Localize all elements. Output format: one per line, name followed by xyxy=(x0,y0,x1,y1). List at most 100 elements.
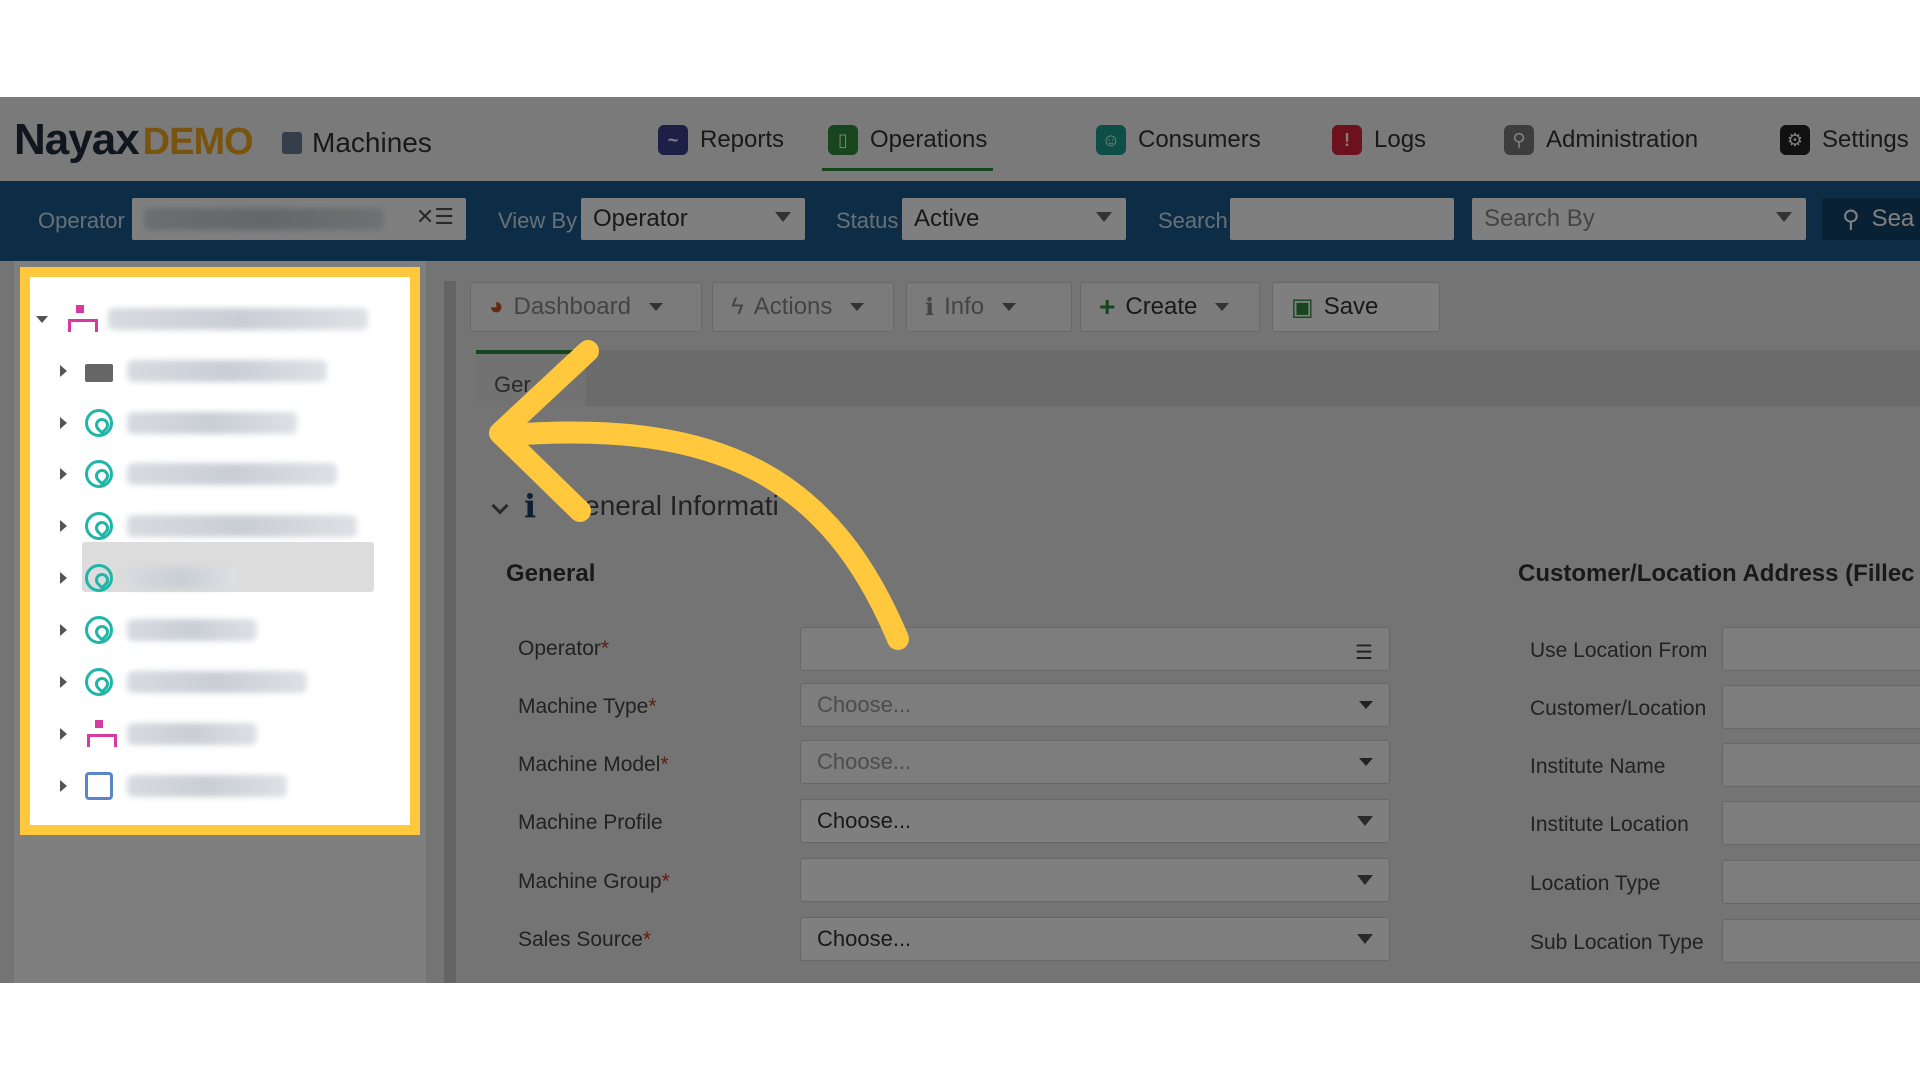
machine-type-placeholder: Choose... xyxy=(817,692,912,717)
general-group-title: General xyxy=(506,560,596,587)
nav-administration[interactable]: ⚲ Administration xyxy=(1504,119,1698,161)
operator-filter-input[interactable]: ✕☰ xyxy=(132,198,466,240)
save-icon: ▣ xyxy=(1291,293,1314,321)
nav-administration-label: Administration xyxy=(1546,126,1699,153)
chevron-down-icon xyxy=(1359,758,1373,766)
status-value: Active xyxy=(914,205,980,232)
create-label: Create xyxy=(1125,293,1198,320)
machine-group-select[interactable] xyxy=(800,858,1390,902)
chevron-down-icon xyxy=(850,303,865,311)
institute-location-label: Institute Location xyxy=(1530,813,1689,836)
nav-reports[interactable]: ~ Reports xyxy=(658,119,784,161)
machine-model-placeholder: Choose... xyxy=(817,749,912,774)
actions-button[interactable]: ϟ Actions xyxy=(712,282,894,332)
module-title: Machines xyxy=(282,127,432,159)
operator-field[interactable]: ☰ xyxy=(800,627,1390,671)
searchby-select[interactable]: Search By xyxy=(1472,198,1806,240)
chevron-down-icon xyxy=(1357,816,1373,826)
nav-reports-label: Reports xyxy=(700,126,785,153)
use-location-from-label: Use Location From xyxy=(1530,639,1708,662)
info-label: Info xyxy=(944,293,985,320)
bolt-icon: ϟ xyxy=(731,293,744,320)
search-icon: ⚲ xyxy=(1842,205,1860,233)
create-button[interactable]: + Create xyxy=(1080,282,1260,332)
dashboard-label: Dashboard xyxy=(513,293,631,320)
app-window: Nayax DEMO Machines ~ Reports ▯ Operation… xyxy=(0,97,1920,983)
chevron-down-icon xyxy=(1776,212,1792,222)
machine-type-select[interactable]: Choose... xyxy=(800,683,1390,727)
chevron-down-icon xyxy=(648,303,663,311)
use-location-from-field[interactable] xyxy=(1722,627,1920,671)
sales-source-select[interactable]: Choose... xyxy=(800,917,1390,961)
chevron-down-icon xyxy=(491,497,509,515)
pie-chart-icon: ◕ xyxy=(489,293,504,320)
search-filter-label: Search xyxy=(1158,208,1228,233)
search-button[interactable]: ⚲ Sea xyxy=(1822,198,1920,240)
operator-value-redacted xyxy=(144,208,384,230)
machine-profile-select[interactable]: Choose... xyxy=(800,799,1390,843)
chevron-down-icon xyxy=(1215,303,1230,311)
operations-icon: ▯ xyxy=(828,124,858,155)
searchby-placeholder: Search By xyxy=(1484,205,1595,232)
search-input[interactable] xyxy=(1230,198,1454,240)
nav-operations-label: Operations xyxy=(870,125,988,153)
viewby-filter-label: View By xyxy=(498,208,578,233)
info-button[interactable]: ℹ Info xyxy=(906,282,1072,332)
sales-source-value: Choose... xyxy=(817,926,912,951)
institute-location-field[interactable] xyxy=(1722,801,1920,845)
list-icon[interactable]: ☰ xyxy=(1355,640,1373,665)
sub-location-type-field[interactable] xyxy=(1722,919,1920,963)
brand-text: Nayax xyxy=(14,115,140,164)
nav-operations[interactable]: ▯ Operations xyxy=(822,111,994,171)
institute-name-label: Institute Name xyxy=(1530,755,1666,778)
machine-model-select[interactable]: Choose... xyxy=(800,740,1390,784)
tab-strip xyxy=(476,350,1920,406)
logs-icon: ! xyxy=(1332,125,1362,155)
consumers-icon: ☺ xyxy=(1096,125,1126,155)
administration-icon: ⚲ xyxy=(1504,125,1534,155)
info-icon: ℹ xyxy=(925,293,935,321)
institute-name-field[interactable] xyxy=(1722,743,1920,787)
customer-location-label: Customer/Location xyxy=(1530,697,1707,720)
dashboard-button[interactable]: ◕ Dashboard xyxy=(470,282,702,332)
chevron-down-icon xyxy=(1002,303,1017,311)
actions-label: Actions xyxy=(753,293,833,320)
filter-bar: Operator ✕☰ View By Operator Status Acti… xyxy=(0,181,1920,261)
nav-consumers-label: Consumers xyxy=(1138,126,1261,153)
panel-splitter[interactable] xyxy=(444,281,456,983)
tab-general[interactable]: Ger xyxy=(476,350,586,406)
search-button-label: Sea xyxy=(1871,205,1915,232)
location-type-label: Location Type xyxy=(1530,872,1661,895)
plus-icon: + xyxy=(1099,291,1116,322)
location-type-field[interactable] xyxy=(1722,860,1920,904)
top-navigation: Nayax DEMO Machines ~ Reports ▯ Operation… xyxy=(0,97,1920,181)
machine-profile-label: Machine Profile xyxy=(518,811,663,834)
nav-settings-label: Settings xyxy=(1822,126,1909,153)
nayax-logo[interactable]: Nayax DEMO xyxy=(14,115,254,165)
chevron-down-icon xyxy=(1359,701,1373,709)
viewby-value: Operator xyxy=(593,205,688,232)
sales-source-label: Sales Source* xyxy=(518,928,652,951)
machine-type-label: Machine Type* xyxy=(518,695,657,718)
machine-icon xyxy=(282,132,302,154)
chevron-down-icon xyxy=(775,212,791,222)
save-label: Save xyxy=(1323,293,1379,320)
save-button[interactable]: ▣ Save xyxy=(1272,282,1440,332)
machine-group-label: Machine Group* xyxy=(518,870,670,893)
general-information-header[interactable]: i eneral Informati xyxy=(491,487,779,525)
reports-icon: ~ xyxy=(658,125,688,155)
clear-list-icon[interactable]: ✕☰ xyxy=(416,204,454,230)
gear-icon: ⚙ xyxy=(1780,125,1810,155)
machine-profile-value: Choose... xyxy=(817,808,912,833)
customer-location-field[interactable] xyxy=(1722,685,1920,729)
sub-location-type-label: Sub Location Type xyxy=(1530,931,1704,954)
status-filter-label: Status xyxy=(836,208,899,233)
nav-logs[interactable]: ! Logs xyxy=(1332,119,1426,161)
viewby-select[interactable]: Operator xyxy=(581,198,805,240)
operator-filter-label: Operator xyxy=(38,208,125,233)
brand-suffix: DEMO xyxy=(142,121,254,163)
nav-settings[interactable]: ⚙ Settings xyxy=(1780,119,1909,161)
nav-consumers[interactable]: ☺ Consumers xyxy=(1096,119,1261,161)
tree-panel xyxy=(14,261,426,983)
status-select[interactable]: Active xyxy=(902,198,1126,240)
